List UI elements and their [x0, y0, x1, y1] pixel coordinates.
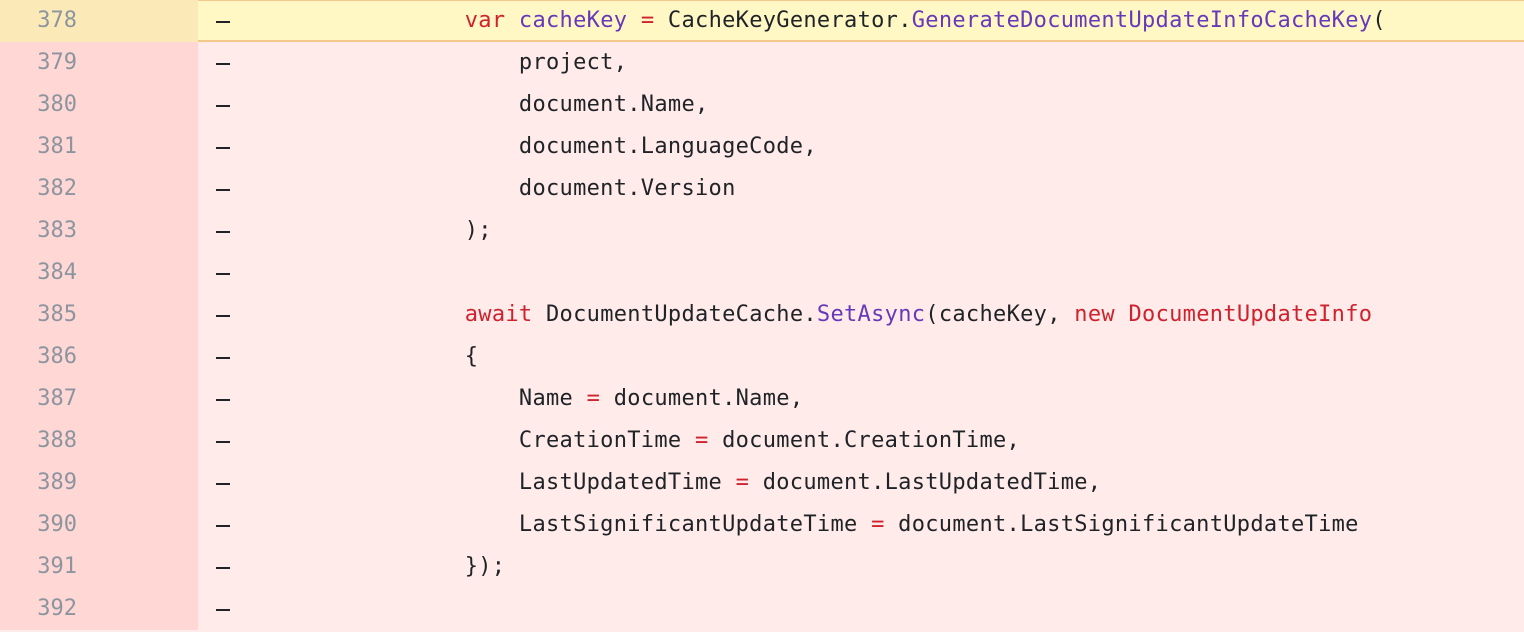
code-token: {: [248, 344, 479, 369]
code-token: project,: [248, 50, 628, 75]
line-number-gutter[interactable]: 392: [0, 588, 198, 630]
code-token: document.CreationTime,: [708, 428, 1021, 453]
code-token: LastSignificantUpdateTime: [248, 512, 872, 537]
line-number-gutter[interactable]: 385: [0, 294, 198, 336]
line-number-gutter[interactable]: 379: [0, 42, 198, 84]
diff-line-deleted[interactable]: 387 Name = document.Name,: [0, 378, 1524, 420]
code-token: =: [695, 428, 709, 453]
code-token: =: [640, 8, 655, 33]
code-token: GenerateDocumentUpdateInfoCacheKey: [911, 8, 1373, 33]
code-text: CreationTime = document.CreationTime,: [248, 420, 1020, 462]
code-text: LastSignificantUpdateTime = document.Las…: [248, 504, 1359, 546]
code-token: CacheKeyGenerator.: [654, 8, 912, 33]
code-text: LastUpdatedTime = document.LastUpdatedTi…: [248, 462, 1101, 504]
line-number: 388: [37, 428, 77, 453]
diff-line-deleted[interactable]: 383 );: [0, 210, 1524, 252]
line-number: 380: [37, 92, 77, 117]
code-token: var: [464, 8, 506, 33]
code-token: );: [248, 218, 492, 243]
diff-line-deleted[interactable]: 385 await DocumentUpdateCache.SetAsync(c…: [0, 294, 1524, 336]
code-token: document.Name,: [600, 386, 804, 411]
line-number: 379: [37, 50, 77, 75]
code-token: await: [464, 302, 533, 327]
code-text: var cacheKey = CacheKeyGenerator.Generat…: [248, 0, 1386, 42]
code-token: SetAsync: [816, 302, 926, 327]
line-number: 381: [37, 134, 77, 159]
diff-line-highlighted[interactable]: 378 var cacheKey = CacheKeyGenerator.Gen…: [0, 0, 1524, 42]
code-token: document.LastUpdatedTime,: [749, 470, 1102, 495]
line-number: 378: [37, 8, 77, 33]
code-text: document.LanguageCode,: [248, 126, 817, 168]
code-token: =: [871, 512, 885, 537]
code-text: {: [248, 336, 478, 378]
diff-view: 378 var cacheKey = CacheKeyGenerator.Gen…: [0, 0, 1524, 632]
diff-line-deleted[interactable]: 380 document.Name,: [0, 84, 1524, 126]
diff-line-deleted[interactable]: 381 document.LanguageCode,: [0, 126, 1524, 168]
code-token: cacheKey: [518, 8, 628, 33]
line-number: 384: [37, 260, 77, 285]
diff-line-deleted[interactable]: 391 });: [0, 546, 1524, 588]
line-number: 390: [37, 512, 77, 537]
diff-line-deleted[interactable]: 379 project,: [0, 42, 1524, 84]
code-text: await DocumentUpdateCache.SetAsync(cache…: [248, 294, 1372, 336]
code-token: LastUpdatedTime: [248, 470, 736, 495]
code-token: DocumentUpdateInfo: [1128, 302, 1373, 327]
line-number-gutter[interactable]: 391: [0, 546, 198, 588]
code-token: });: [248, 554, 506, 579]
code-token: CreationTime: [248, 428, 695, 453]
code-token: (: [1372, 8, 1386, 33]
code-token: =: [735, 470, 750, 495]
diff-line-deleted[interactable]: 388 CreationTime = document.CreationTime…: [0, 420, 1524, 462]
line-number-gutter[interactable]: 384: [0, 252, 198, 294]
line-number-gutter[interactable]: 378: [0, 0, 198, 42]
code-text: });: [248, 546, 505, 588]
code-token: DocumentUpdateCache.: [532, 302, 817, 327]
line-number: 387: [37, 386, 77, 411]
diff-line-deleted[interactable]: 382 document.Version: [0, 168, 1524, 210]
line-number-gutter[interactable]: 383: [0, 210, 198, 252]
code-token: (cacheKey,: [925, 302, 1075, 327]
line-number-gutter[interactable]: 390: [0, 504, 198, 546]
code-token: document.Name,: [248, 92, 709, 117]
line-number: 382: [37, 176, 77, 201]
line-number-gutter[interactable]: 389: [0, 462, 198, 504]
code-token: new: [1074, 302, 1115, 327]
line-number-gutter[interactable]: 380: [0, 84, 198, 126]
code-token: Name: [248, 386, 587, 411]
line-number-gutter[interactable]: 381: [0, 126, 198, 168]
diff-line-deleted[interactable]: 384: [0, 252, 1524, 294]
code-token: document.Version: [248, 176, 736, 201]
code-text: document.Name,: [248, 84, 709, 126]
line-number-gutter[interactable]: 386: [0, 336, 198, 378]
line-number: 386: [37, 344, 77, 369]
diff-line-deleted[interactable]: 386 {: [0, 336, 1524, 378]
line-number-gutter[interactable]: 382: [0, 168, 198, 210]
code-text: Name = document.Name,: [248, 378, 803, 420]
line-number: 385: [37, 302, 77, 327]
code-token: document.LanguageCode,: [248, 134, 817, 159]
diff-line-deleted[interactable]: 390 LastSignificantUpdateTime = document…: [0, 504, 1524, 546]
code-text: );: [248, 210, 492, 252]
code-text: document.Version: [248, 168, 736, 210]
line-number: 389: [37, 470, 77, 495]
code-token: document.LastSignificantUpdateTime: [884, 512, 1359, 537]
line-number: 391: [37, 554, 77, 579]
line-number: 392: [37, 596, 77, 621]
code-token: =: [586, 386, 601, 411]
code-text: project,: [248, 42, 627, 84]
line-number-gutter[interactable]: 388: [0, 420, 198, 462]
line-number-gutter[interactable]: 387: [0, 378, 198, 420]
diff-line-deleted[interactable]: 392: [0, 588, 1524, 630]
line-number: 383: [37, 218, 77, 243]
diff-line-deleted[interactable]: 389 LastUpdatedTime = document.LastUpdat…: [0, 462, 1524, 504]
